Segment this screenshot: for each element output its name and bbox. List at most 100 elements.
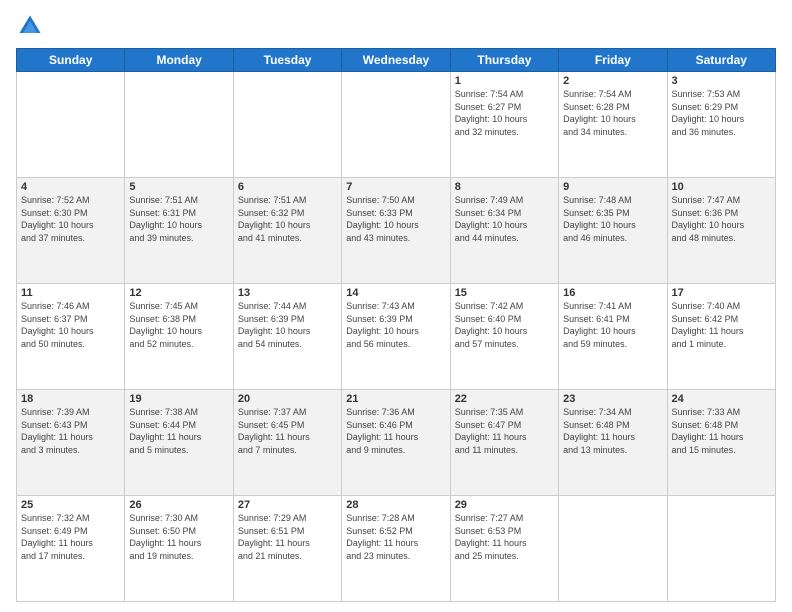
calendar-cell: 15Sunrise: 7:42 AMSunset: 6:40 PMDayligh…	[450, 284, 558, 390]
calendar-cell: 10Sunrise: 7:47 AMSunset: 6:36 PMDayligh…	[667, 178, 775, 284]
calendar-table: SundayMondayTuesdayWednesdayThursdayFrid…	[16, 48, 776, 602]
calendar-cell	[559, 496, 667, 602]
calendar-cell	[342, 72, 450, 178]
day-number: 17	[672, 287, 771, 299]
day-number: 2	[563, 75, 662, 87]
day-info: Sunrise: 7:42 AMSunset: 6:40 PMDaylight:…	[455, 300, 554, 350]
calendar-cell: 25Sunrise: 7:32 AMSunset: 6:49 PMDayligh…	[17, 496, 125, 602]
day-number: 11	[21, 287, 120, 299]
calendar-cell: 4Sunrise: 7:52 AMSunset: 6:30 PMDaylight…	[17, 178, 125, 284]
day-info: Sunrise: 7:36 AMSunset: 6:46 PMDaylight:…	[346, 406, 445, 456]
day-number: 12	[129, 287, 228, 299]
calendar-cell	[233, 72, 341, 178]
calendar-cell: 3Sunrise: 7:53 AMSunset: 6:29 PMDaylight…	[667, 72, 775, 178]
day-info: Sunrise: 7:51 AMSunset: 6:32 PMDaylight:…	[238, 194, 337, 244]
day-number: 8	[455, 181, 554, 193]
day-info: Sunrise: 7:51 AMSunset: 6:31 PMDaylight:…	[129, 194, 228, 244]
calendar-cell: 1Sunrise: 7:54 AMSunset: 6:27 PMDaylight…	[450, 72, 558, 178]
day-info: Sunrise: 7:35 AMSunset: 6:47 PMDaylight:…	[455, 406, 554, 456]
calendar-cell: 12Sunrise: 7:45 AMSunset: 6:38 PMDayligh…	[125, 284, 233, 390]
day-number: 26	[129, 499, 228, 511]
day-number: 6	[238, 181, 337, 193]
day-number: 16	[563, 287, 662, 299]
calendar-cell	[125, 72, 233, 178]
day-number: 9	[563, 181, 662, 193]
calendar-week-row: 4Sunrise: 7:52 AMSunset: 6:30 PMDaylight…	[17, 178, 776, 284]
day-number: 19	[129, 393, 228, 405]
day-number: 27	[238, 499, 337, 511]
day-number: 10	[672, 181, 771, 193]
calendar-cell: 9Sunrise: 7:48 AMSunset: 6:35 PMDaylight…	[559, 178, 667, 284]
calendar-cell: 14Sunrise: 7:43 AMSunset: 6:39 PMDayligh…	[342, 284, 450, 390]
calendar-cell: 20Sunrise: 7:37 AMSunset: 6:45 PMDayligh…	[233, 390, 341, 496]
calendar-cell: 27Sunrise: 7:29 AMSunset: 6:51 PMDayligh…	[233, 496, 341, 602]
calendar-cell: 21Sunrise: 7:36 AMSunset: 6:46 PMDayligh…	[342, 390, 450, 496]
calendar-week-row: 18Sunrise: 7:39 AMSunset: 6:43 PMDayligh…	[17, 390, 776, 496]
day-info: Sunrise: 7:39 AMSunset: 6:43 PMDaylight:…	[21, 406, 120, 456]
day-info: Sunrise: 7:41 AMSunset: 6:41 PMDaylight:…	[563, 300, 662, 350]
day-info: Sunrise: 7:50 AMSunset: 6:33 PMDaylight:…	[346, 194, 445, 244]
day-info: Sunrise: 7:54 AMSunset: 6:27 PMDaylight:…	[455, 88, 554, 138]
weekday-header-row: SundayMondayTuesdayWednesdayThursdayFrid…	[17, 49, 776, 72]
calendar-cell: 13Sunrise: 7:44 AMSunset: 6:39 PMDayligh…	[233, 284, 341, 390]
day-info: Sunrise: 7:29 AMSunset: 6:51 PMDaylight:…	[238, 512, 337, 562]
page: SundayMondayTuesdayWednesdayThursdayFrid…	[0, 0, 792, 612]
calendar-week-row: 25Sunrise: 7:32 AMSunset: 6:49 PMDayligh…	[17, 496, 776, 602]
calendar-cell: 24Sunrise: 7:33 AMSunset: 6:48 PMDayligh…	[667, 390, 775, 496]
weekday-header-thursday: Thursday	[450, 49, 558, 72]
day-number: 24	[672, 393, 771, 405]
day-number: 28	[346, 499, 445, 511]
calendar-week-row: 1Sunrise: 7:54 AMSunset: 6:27 PMDaylight…	[17, 72, 776, 178]
weekday-header-sunday: Sunday	[17, 49, 125, 72]
calendar-week-row: 11Sunrise: 7:46 AMSunset: 6:37 PMDayligh…	[17, 284, 776, 390]
calendar-cell: 8Sunrise: 7:49 AMSunset: 6:34 PMDaylight…	[450, 178, 558, 284]
day-number: 20	[238, 393, 337, 405]
calendar-cell: 29Sunrise: 7:27 AMSunset: 6:53 PMDayligh…	[450, 496, 558, 602]
header	[16, 12, 776, 40]
day-number: 3	[672, 75, 771, 87]
day-number: 5	[129, 181, 228, 193]
calendar-cell: 26Sunrise: 7:30 AMSunset: 6:50 PMDayligh…	[125, 496, 233, 602]
weekday-header-monday: Monday	[125, 49, 233, 72]
day-info: Sunrise: 7:54 AMSunset: 6:28 PMDaylight:…	[563, 88, 662, 138]
day-number: 7	[346, 181, 445, 193]
day-info: Sunrise: 7:48 AMSunset: 6:35 PMDaylight:…	[563, 194, 662, 244]
logo-icon	[16, 12, 44, 40]
day-number: 25	[21, 499, 120, 511]
day-number: 21	[346, 393, 445, 405]
day-number: 4	[21, 181, 120, 193]
calendar-cell: 23Sunrise: 7:34 AMSunset: 6:48 PMDayligh…	[559, 390, 667, 496]
day-info: Sunrise: 7:45 AMSunset: 6:38 PMDaylight:…	[129, 300, 228, 350]
day-number: 29	[455, 499, 554, 511]
day-info: Sunrise: 7:28 AMSunset: 6:52 PMDaylight:…	[346, 512, 445, 562]
calendar-cell: 28Sunrise: 7:28 AMSunset: 6:52 PMDayligh…	[342, 496, 450, 602]
calendar-cell: 19Sunrise: 7:38 AMSunset: 6:44 PMDayligh…	[125, 390, 233, 496]
day-info: Sunrise: 7:46 AMSunset: 6:37 PMDaylight:…	[21, 300, 120, 350]
calendar-cell	[667, 496, 775, 602]
day-number: 13	[238, 287, 337, 299]
calendar-cell: 6Sunrise: 7:51 AMSunset: 6:32 PMDaylight…	[233, 178, 341, 284]
calendar-cell: 17Sunrise: 7:40 AMSunset: 6:42 PMDayligh…	[667, 284, 775, 390]
calendar-cell: 18Sunrise: 7:39 AMSunset: 6:43 PMDayligh…	[17, 390, 125, 496]
day-info: Sunrise: 7:37 AMSunset: 6:45 PMDaylight:…	[238, 406, 337, 456]
logo	[16, 12, 48, 40]
calendar-cell: 11Sunrise: 7:46 AMSunset: 6:37 PMDayligh…	[17, 284, 125, 390]
day-number: 18	[21, 393, 120, 405]
day-info: Sunrise: 7:30 AMSunset: 6:50 PMDaylight:…	[129, 512, 228, 562]
day-info: Sunrise: 7:38 AMSunset: 6:44 PMDaylight:…	[129, 406, 228, 456]
day-info: Sunrise: 7:52 AMSunset: 6:30 PMDaylight:…	[21, 194, 120, 244]
calendar-cell: 2Sunrise: 7:54 AMSunset: 6:28 PMDaylight…	[559, 72, 667, 178]
calendar-cell: 7Sunrise: 7:50 AMSunset: 6:33 PMDaylight…	[342, 178, 450, 284]
calendar-cell: 5Sunrise: 7:51 AMSunset: 6:31 PMDaylight…	[125, 178, 233, 284]
weekday-header-friday: Friday	[559, 49, 667, 72]
weekday-header-saturday: Saturday	[667, 49, 775, 72]
day-info: Sunrise: 7:49 AMSunset: 6:34 PMDaylight:…	[455, 194, 554, 244]
day-info: Sunrise: 7:32 AMSunset: 6:49 PMDaylight:…	[21, 512, 120, 562]
day-number: 14	[346, 287, 445, 299]
calendar-cell: 16Sunrise: 7:41 AMSunset: 6:41 PMDayligh…	[559, 284, 667, 390]
day-info: Sunrise: 7:43 AMSunset: 6:39 PMDaylight:…	[346, 300, 445, 350]
calendar-cell	[17, 72, 125, 178]
day-info: Sunrise: 7:47 AMSunset: 6:36 PMDaylight:…	[672, 194, 771, 244]
day-number: 22	[455, 393, 554, 405]
day-number: 1	[455, 75, 554, 87]
